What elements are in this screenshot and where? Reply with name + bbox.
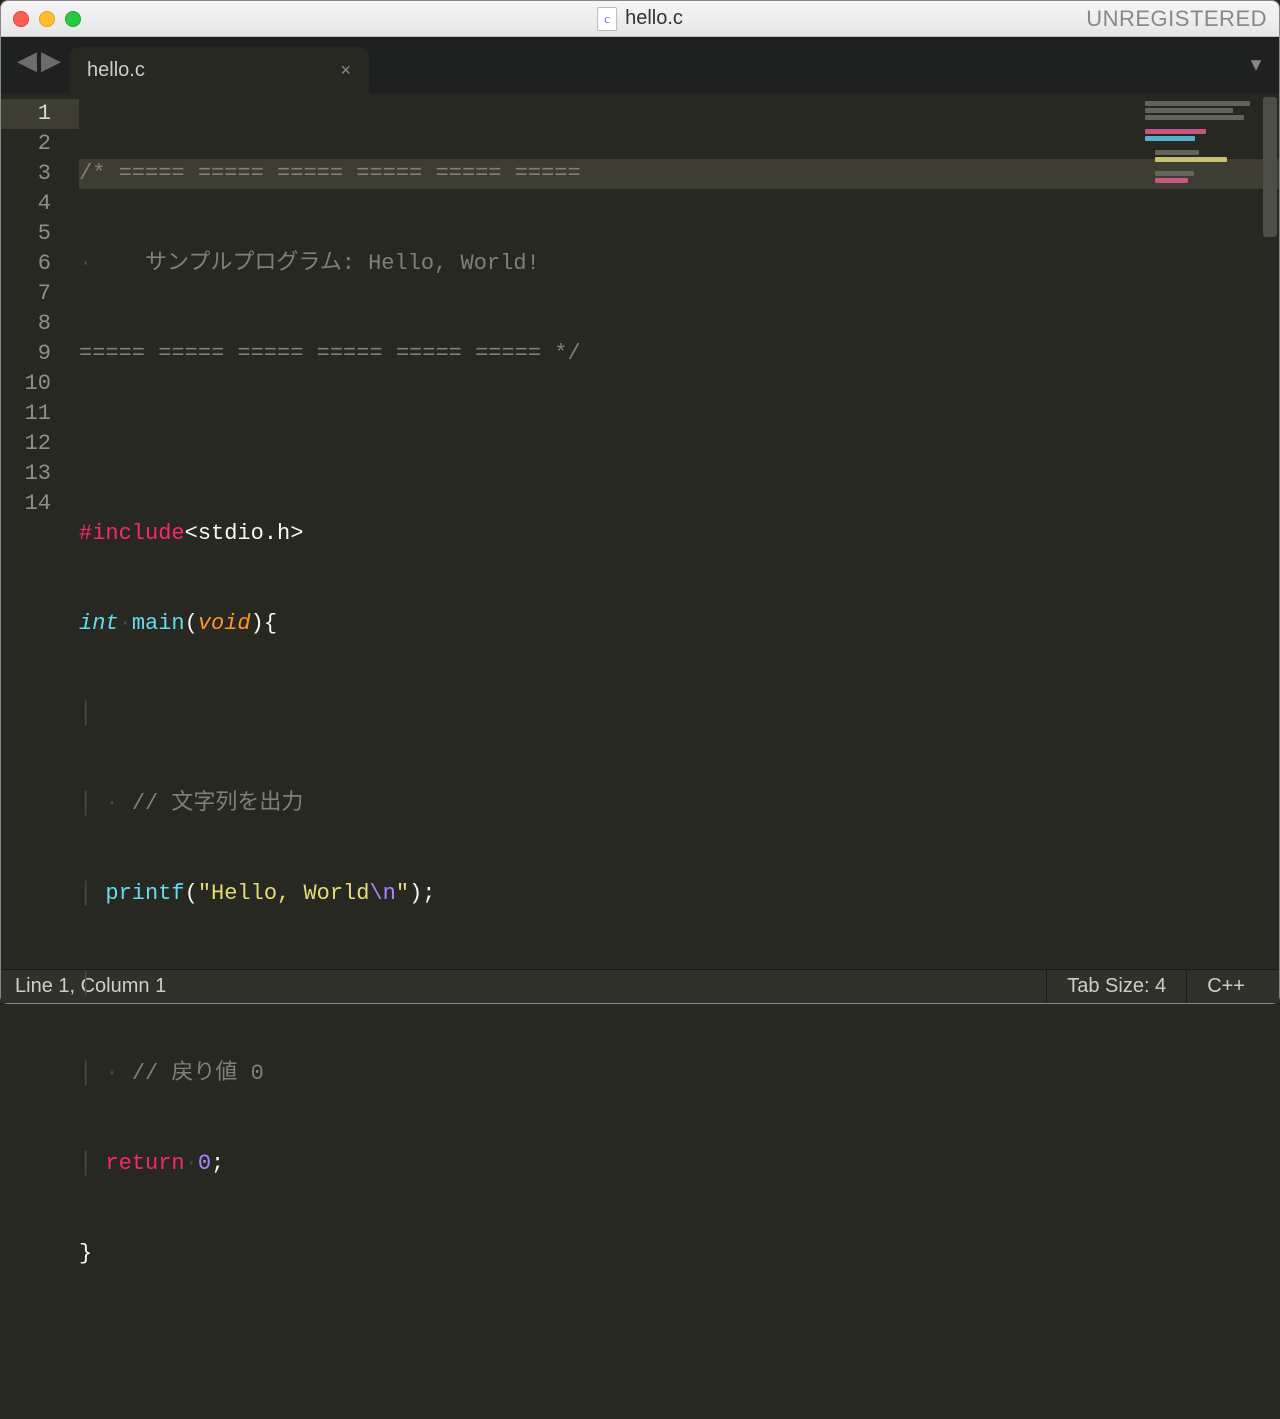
line-number: 12 xyxy=(1,429,51,459)
history-nav: ◀ ▶ xyxy=(11,37,69,93)
line-number: 10 xyxy=(1,369,51,399)
close-tab-icon[interactable]: × xyxy=(340,60,351,81)
forward-icon[interactable]: ▶ xyxy=(41,47,61,73)
close-window-icon[interactable] xyxy=(13,11,29,27)
code-line: #include<stdio.h> xyxy=(79,519,1279,549)
zoom-window-icon[interactable] xyxy=(65,11,81,27)
line-number: 7 xyxy=(1,279,51,309)
line-number: 1 xyxy=(1,99,79,129)
editor[interactable]: 1 2 3 4 5 6 7 8 9 10 11 12 13 14 /* ====… xyxy=(1,93,1279,969)
line-number: 13 xyxy=(1,459,51,489)
line-number: 9 xyxy=(1,339,51,369)
code-line: │ xyxy=(79,969,1279,999)
vertical-scrollbar[interactable] xyxy=(1263,97,1277,237)
line-number: 5 xyxy=(1,219,51,249)
window-titlebar: c hello.c UNREGISTERED xyxy=(1,1,1279,37)
tab-hello-c[interactable]: hello.c × xyxy=(69,47,369,93)
code-line: │ xyxy=(79,699,1279,729)
code-line: int·main(void){ xyxy=(79,609,1279,639)
line-number: 14 xyxy=(1,489,51,519)
file-icon: c xyxy=(597,7,617,31)
traffic-lights xyxy=(13,11,81,27)
code-line: │ return·0; xyxy=(79,1149,1279,1179)
line-number: 3 xyxy=(1,159,51,189)
code-line: ===== ===== ===== ===== ===== ===== */ xyxy=(79,339,1279,369)
line-number: 2 xyxy=(1,129,51,159)
tab-label: hello.c xyxy=(87,59,145,82)
code-area[interactable]: /* ===== ===== ===== ===== ===== ===== ·… xyxy=(79,93,1279,969)
code-line: } xyxy=(79,1239,1279,1269)
line-number: 6 xyxy=(1,249,51,279)
code-line: │ · // 戻り値 0 xyxy=(79,1059,1279,1089)
window-title-text: hello.c xyxy=(625,7,683,30)
line-number: 4 xyxy=(1,189,51,219)
line-gutter: 1 2 3 4 5 6 7 8 9 10 11 12 13 14 xyxy=(1,93,79,969)
unregistered-label: UNREGISTERED xyxy=(1086,6,1267,32)
code-line xyxy=(79,429,1279,459)
tab-bar: ◀ ▶ hello.c × ▼ xyxy=(1,37,1279,93)
code-line: · サンプルプログラム: Hello, World! xyxy=(79,249,1279,279)
line-number: 8 xyxy=(1,309,51,339)
code-line: /* ===== ===== ===== ===== ===== ===== xyxy=(79,159,1279,189)
line-number: 11 xyxy=(1,399,51,429)
code-line xyxy=(79,1329,1279,1359)
back-icon[interactable]: ◀ xyxy=(17,47,37,73)
tab-menu-icon[interactable]: ▼ xyxy=(1247,55,1265,76)
window-title: c hello.c xyxy=(597,7,683,31)
code-line: │ · // 文字列を出力 xyxy=(79,789,1279,819)
code-line: │ printf("Hello, World\n"); xyxy=(79,879,1279,909)
minimize-window-icon[interactable] xyxy=(39,11,55,27)
